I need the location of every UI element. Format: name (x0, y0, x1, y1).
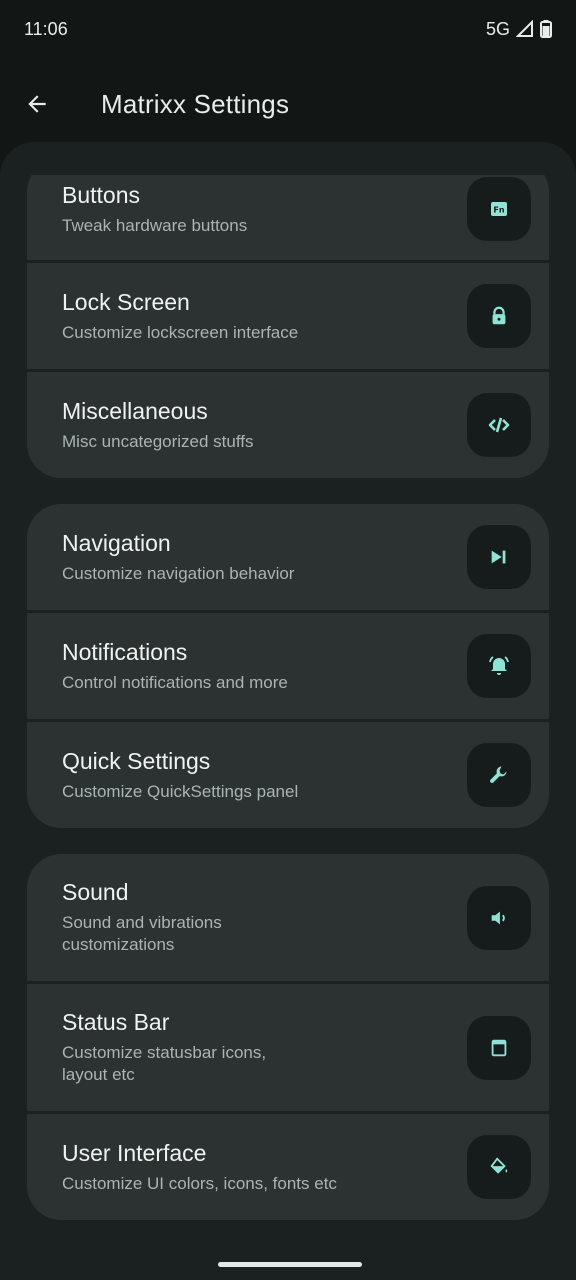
setting-miscellaneous[interactable]: Miscellaneous Misc uncategorized stuffs (27, 372, 549, 478)
arrow-back-icon (28, 95, 46, 113)
settings-group-3: Sound Sound and vibrations customization… (27, 854, 549, 1220)
network-type: 5G (485, 18, 510, 39)
setting-title: Navigation (62, 529, 171, 556)
signal-icon (516, 20, 533, 37)
setting-notifications[interactable]: Notifications Control notifications and … (27, 613, 549, 719)
status-bar: 11:06 5G (0, 0, 576, 58)
setting-sound[interactable]: Sound Sound and vibrations customization… (27, 854, 549, 981)
setting-status-bar[interactable]: Status Bar Customize statusbar icons, la… (27, 984, 549, 1111)
volume-icon (467, 885, 531, 950)
setting-title: Status Bar (62, 1009, 170, 1035)
app-bar: Matrixx Settings (0, 70, 576, 138)
setting-subtitle: Customize UI colors, icons, fonts etc (62, 1173, 337, 1193)
gesture-navigation-bar[interactable] (218, 1262, 362, 1267)
navigation-icon (467, 525, 531, 589)
wrench-icon (467, 743, 531, 807)
setting-title: Lock Screen (62, 288, 190, 315)
setting-subtitle: Customize navigation behavior (62, 563, 295, 583)
setting-buttons[interactable]: Buttons Tweak hardware buttons Fn (27, 175, 549, 260)
setting-subtitle: Customize QuickSettings panel (62, 781, 299, 801)
notification-bell-icon (467, 634, 531, 698)
setting-title: Sound (62, 879, 129, 905)
paint-bucket-icon (467, 1135, 531, 1199)
setting-title: Miscellaneous (62, 397, 208, 424)
setting-subtitle: Misc uncategorized stuffs (62, 431, 254, 451)
battery-icon (540, 20, 552, 38)
setting-subtitle: Sound and vibrations customizations (62, 913, 222, 954)
setting-title: Buttons (62, 181, 140, 208)
statusbar-icon (467, 1015, 531, 1080)
setting-subtitle: Control notifications and more (62, 672, 288, 692)
setting-subtitle: Tweak hardware buttons (62, 215, 248, 235)
setting-quick-settings[interactable]: Quick Settings Customize QuickSettings p… (27, 722, 549, 828)
setting-lock-screen[interactable]: Lock Screen Customize lockscreen interfa… (27, 263, 549, 369)
setting-user-interface[interactable]: User Interface Customize UI colors, icon… (27, 1114, 549, 1220)
fn-key-icon: Fn (467, 177, 531, 241)
status-icons: 5G (486, 19, 552, 40)
settings-group-1: Buttons Tweak hardware buttons Fn Lock S… (27, 175, 549, 478)
status-time: 11:06 (24, 18, 68, 39)
setting-subtitle: Customize statusbar icons, layout etc (62, 1043, 267, 1084)
page-title: Matrixx Settings (101, 88, 290, 119)
setting-navigation[interactable]: Navigation Customize navigation behavior (27, 504, 549, 610)
setting-title: Notifications (62, 638, 188, 665)
lock-icon (467, 284, 531, 348)
setting-subtitle: Customize lockscreen interface (62, 322, 299, 342)
svg-text:Fn: Fn (493, 206, 504, 215)
settings-list[interactable]: Buttons Tweak hardware buttons Fn Lock S… (0, 175, 576, 1235)
setting-title: Quick Settings (62, 747, 211, 774)
setting-title: User Interface (62, 1139, 207, 1166)
settings-group-2: Navigation Customize navigation behavior… (27, 504, 549, 828)
back-button[interactable] (9, 76, 65, 132)
code-icon (467, 393, 531, 457)
